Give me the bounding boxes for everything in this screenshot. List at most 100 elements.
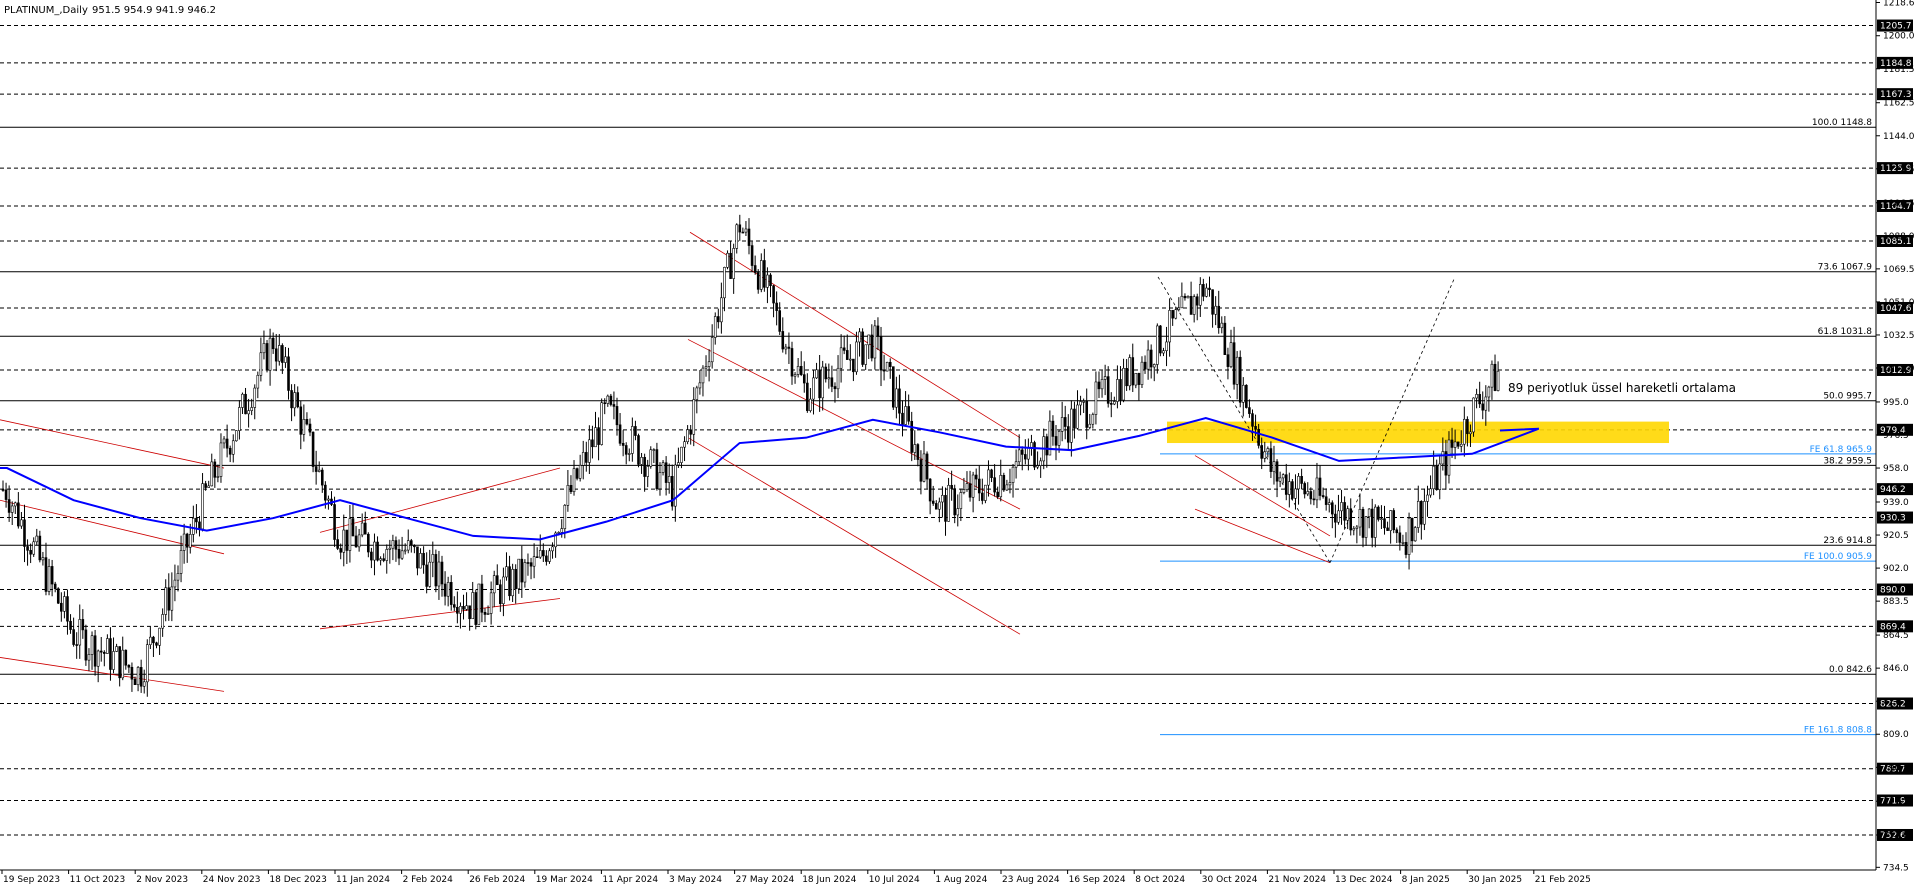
candle-body bbox=[495, 575, 499, 586]
price-tick-label: 752.6 bbox=[1883, 831, 1909, 841]
chart-background bbox=[0, 0, 1916, 888]
candle-body bbox=[41, 557, 45, 561]
candle-body bbox=[870, 334, 874, 359]
candle-body bbox=[388, 547, 392, 550]
candle-body bbox=[502, 576, 505, 605]
candle-body bbox=[1331, 502, 1334, 515]
candle-body bbox=[1063, 417, 1067, 427]
level-price-label: 946.2 bbox=[1880, 485, 1906, 495]
candle-body bbox=[1383, 518, 1386, 529]
candle-body bbox=[121, 649, 125, 679]
candle-body bbox=[944, 495, 947, 522]
candle-body bbox=[1272, 461, 1276, 472]
candle-body bbox=[873, 325, 877, 359]
candle-body bbox=[517, 558, 521, 590]
candle-body bbox=[293, 392, 296, 409]
candle-body bbox=[167, 587, 171, 611]
candle-body bbox=[376, 541, 379, 561]
candle-body bbox=[999, 475, 1003, 498]
time-tick-label: 11 Oct 2023 bbox=[70, 875, 126, 885]
candle-body bbox=[600, 402, 603, 445]
price-tick-label: 976.5 bbox=[1883, 431, 1909, 441]
price-tick-label: 939.0 bbox=[1883, 498, 1909, 508]
candle-body bbox=[1251, 413, 1254, 427]
price-tick-label: 1069.5 bbox=[1883, 265, 1915, 275]
candle-body bbox=[179, 550, 183, 574]
ohlc-header: 951.5 954.9 941.9 946.2 bbox=[92, 5, 216, 16]
candle-body bbox=[247, 410, 250, 415]
candle-body bbox=[1109, 403, 1113, 405]
candle-body bbox=[1159, 325, 1162, 354]
candle-body bbox=[152, 636, 155, 644]
candle-body bbox=[839, 347, 843, 369]
candle-body bbox=[182, 533, 186, 551]
candle-body bbox=[1005, 484, 1009, 491]
price-tick-label: 1144.0 bbox=[1883, 132, 1915, 142]
fibonacci-level-label: 73.6 1067.9 bbox=[1818, 263, 1873, 273]
candle-body bbox=[317, 469, 321, 472]
time-tick-label: 23 Aug 2024 bbox=[1002, 875, 1060, 885]
candle-body bbox=[84, 629, 88, 661]
candle-body bbox=[446, 582, 450, 597]
candle-body bbox=[1039, 460, 1042, 466]
candle-body bbox=[845, 350, 849, 360]
candle-body bbox=[667, 476, 671, 483]
candle-body bbox=[677, 462, 680, 466]
candle-body bbox=[904, 406, 907, 425]
time-tick-label: 19 Sep 2023 bbox=[3, 875, 60, 885]
candle-body bbox=[103, 651, 106, 654]
candle-body bbox=[1324, 496, 1328, 505]
candle-body bbox=[793, 374, 797, 377]
candle-body bbox=[1340, 502, 1343, 512]
level-price-label: 890.0 bbox=[1880, 586, 1906, 596]
candle-body bbox=[1020, 449, 1024, 455]
fibonacci-expansion-label: FE 100.0 905.9 bbox=[1804, 552, 1872, 562]
candle-body bbox=[910, 420, 914, 453]
candle-body bbox=[1426, 494, 1429, 502]
candle-body bbox=[1060, 417, 1064, 432]
candle-body bbox=[1174, 309, 1178, 319]
candle-body bbox=[1199, 284, 1202, 306]
candle-body bbox=[787, 346, 791, 349]
candle-body bbox=[1045, 436, 1049, 456]
candle-body bbox=[1070, 408, 1073, 443]
candle-body bbox=[652, 449, 656, 451]
candle-body bbox=[852, 358, 855, 373]
candle-body bbox=[532, 556, 536, 567]
candle-body bbox=[1453, 441, 1457, 448]
candle-body bbox=[170, 586, 174, 611]
candle-body bbox=[1472, 397, 1475, 433]
candle-body bbox=[149, 636, 152, 646]
candle-body bbox=[1450, 439, 1454, 448]
candle-body bbox=[75, 644, 78, 646]
candle-body bbox=[753, 265, 757, 273]
candle-body bbox=[87, 654, 91, 661]
candle-body bbox=[29, 549, 32, 555]
candle-body bbox=[1143, 361, 1147, 370]
candle-body bbox=[1076, 404, 1079, 429]
candle-body bbox=[981, 492, 984, 501]
candle-body bbox=[836, 367, 840, 390]
candle-body bbox=[631, 426, 634, 454]
candle-body bbox=[1202, 284, 1205, 297]
candle-body bbox=[348, 518, 352, 551]
candle-body bbox=[1073, 408, 1076, 429]
candle-body bbox=[1079, 401, 1082, 406]
candle-body bbox=[204, 483, 207, 488]
candle-body bbox=[1100, 379, 1104, 390]
candle-body bbox=[563, 505, 567, 529]
candle-body bbox=[867, 334, 871, 346]
candle-body bbox=[766, 274, 769, 288]
candle-body bbox=[333, 504, 336, 540]
candle-body bbox=[314, 466, 318, 472]
candle-body bbox=[1208, 287, 1211, 290]
candle-body bbox=[1017, 449, 1021, 463]
candle-body bbox=[1370, 508, 1374, 538]
candle-body bbox=[664, 462, 668, 483]
candle-body bbox=[1447, 439, 1451, 476]
candle-body bbox=[1195, 296, 1199, 306]
candle-body bbox=[277, 345, 281, 362]
candle-body bbox=[1481, 403, 1485, 411]
candle-body bbox=[136, 667, 140, 686]
candle-body bbox=[66, 596, 69, 622]
